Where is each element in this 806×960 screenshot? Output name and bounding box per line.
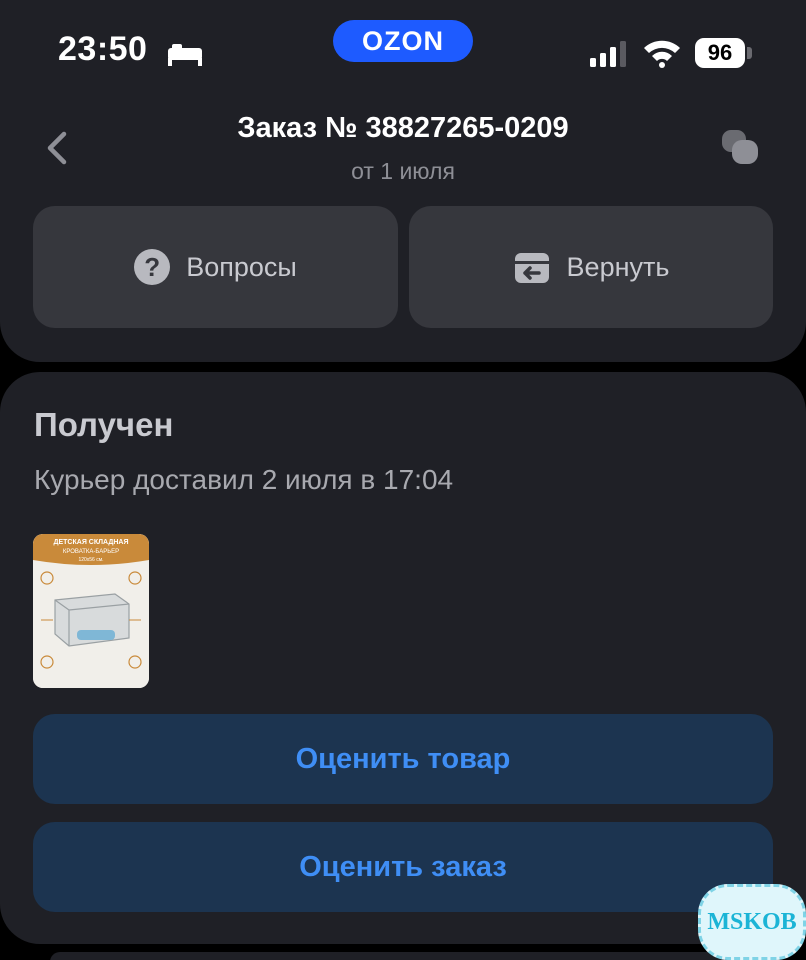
product-image-line1: ДЕТСКАЯ СКЛАДНАЯ (54, 539, 129, 546)
next-card-edge (50, 952, 756, 960)
battery-icon: 96 (695, 38, 745, 68)
return-button[interactable]: Вернуть (409, 206, 773, 328)
status-time: 23:50 (58, 30, 148, 68)
delivery-info: Курьер доставил 2 июля в 17:04 (34, 464, 454, 495)
order-status-card: Получен Курьер доставил 2 июля в 17:04 Д… (0, 372, 806, 944)
chat-icon[interactable] (720, 128, 760, 166)
signal-icon (590, 41, 626, 67)
question-icon: ? (134, 249, 171, 285)
status-bar: 23:50 OZON 96 (0, 0, 806, 100)
rate-product-button[interactable]: Оценить товар (33, 714, 773, 804)
order-header-card: 23:50 OZON 96 Заказ № 38827265-0209 от 1… (0, 0, 806, 362)
questions-label: Вопросы (186, 251, 297, 282)
watermark-text: MSKOB (707, 908, 797, 935)
page-title: Заказ № 38827265-0209 (237, 112, 569, 144)
order-status-title: Получен (34, 406, 174, 443)
product-image: ДЕТСКАЯ СКЛАДНАЯ КРОВАТКА-БАРЬЕР 120x56 … (33, 534, 149, 688)
product-image-line3: 120x56 см. (78, 557, 103, 563)
return-box-icon (514, 253, 549, 283)
product-thumbnail[interactable]: ДЕТСКАЯ СКЛАДНАЯ КРОВАТКА-БАРЬЕР 120x56 … (33, 534, 149, 688)
product-image-line2: КРОВАТКА-БАРЬЕР (63, 549, 119, 555)
watermark-badge: MSKOB (698, 884, 806, 960)
questions-button[interactable]: ? Вопросы (33, 206, 398, 328)
order-date: от 1 июля (351, 158, 455, 184)
return-label: Вернуть (566, 251, 670, 282)
ozon-logo: OZON (333, 20, 473, 62)
bed-icon (168, 44, 202, 66)
rate-order-button[interactable]: Оценить заказ (33, 822, 773, 912)
battery-tip (747, 47, 752, 59)
wifi-icon (644, 40, 680, 68)
